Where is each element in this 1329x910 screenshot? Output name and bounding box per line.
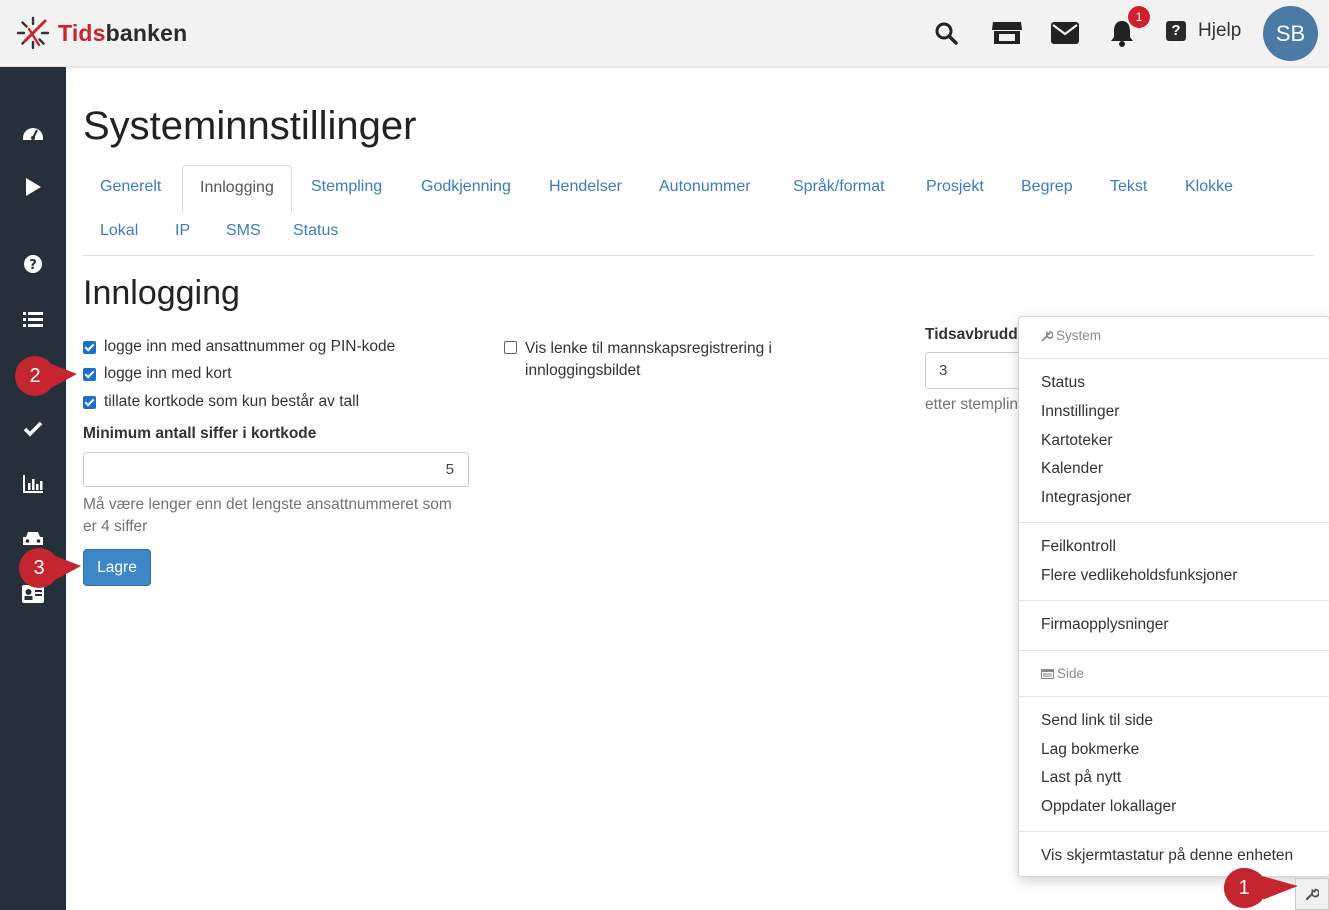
bar-chart-icon[interactable] xyxy=(22,473,44,495)
menu-item-last-pa-nytt[interactable]: Last på nytt xyxy=(1041,769,1121,787)
page-title: Systeminnstillinger xyxy=(83,104,417,148)
help-label: Hjelp xyxy=(1198,20,1242,41)
menu-divider xyxy=(1019,600,1329,601)
checkbox-row-card: logge inn med kort xyxy=(83,365,232,383)
section-title: Innlogging xyxy=(83,274,240,312)
callout-marker-2: 2 xyxy=(13,354,99,398)
avatar[interactable]: SB xyxy=(1263,6,1318,61)
tidsbanken-logo[interactable]: Tidsbanken xyxy=(15,15,187,51)
tab-hendelser[interactable]: Hendelser xyxy=(549,178,622,196)
min-digits-label: Minimum antall siffer i kortkode xyxy=(83,425,317,442)
tab-tekst[interactable]: Tekst xyxy=(1110,178,1147,196)
min-digits-help: Må være lenger enn det lengste ansattnum… xyxy=(83,496,452,535)
menu-item-firmaopplysninger[interactable]: Firmaopplysninger xyxy=(1041,616,1169,634)
store-icon[interactable] xyxy=(990,18,1024,48)
checkbox-label: tillate kortkode som kun består av tall xyxy=(104,393,360,410)
sidebar: ? xyxy=(0,67,66,910)
check-icon[interactable] xyxy=(22,418,44,440)
dashboard-icon[interactable] xyxy=(22,121,44,143)
menu-item-kalender[interactable]: Kalender xyxy=(1041,460,1103,478)
timeout-help: etter stempling xyxy=(925,396,1027,413)
tab-stempling[interactable]: Stempling xyxy=(311,178,382,196)
menu-divider xyxy=(1019,358,1329,359)
tab-innlogging[interactable]: Innlogging xyxy=(182,165,292,213)
mail-icon[interactable] xyxy=(1050,18,1080,48)
tab-generelt[interactable]: Generelt xyxy=(100,178,161,196)
tab-lokal[interactable]: Lokal xyxy=(100,222,138,240)
tab-ip[interactable]: IP xyxy=(175,222,190,240)
checkbox-row-numeric: tillate kortkode som kun består av tall xyxy=(83,393,359,411)
help-link[interactable]: ? Hjelp xyxy=(1166,20,1241,42)
menu-item-feilkontroll[interactable]: Feilkontroll xyxy=(1041,538,1116,556)
menu-item-kartoteker[interactable]: Kartoteker xyxy=(1041,432,1113,450)
tab-autonummer[interactable]: Autonummer xyxy=(659,178,751,196)
timeout-label: Tidsavbrudd xyxy=(925,326,1018,343)
menu-header-side: Side xyxy=(1041,666,1084,681)
checkbox-row-pin: logge inn med ansattnummer og PIN-kode xyxy=(83,338,395,356)
menu-divider xyxy=(1019,696,1329,697)
settings-dropdown-menu: System Status Innstillinger Kartoteker K… xyxy=(1018,316,1329,877)
question-box-icon: ? xyxy=(1166,21,1186,41)
checkbox-label: Vis lenke til mannskapsregistrering i inn… xyxy=(525,340,772,379)
menu-item-bokmerke[interactable]: Lag bokmerke xyxy=(1041,741,1139,759)
menu-item-skjermtastatur[interactable]: Vis skjermtastatur på denne enheten xyxy=(1041,847,1293,865)
svg-text:?: ? xyxy=(29,258,37,273)
tab-godkjenning[interactable]: Godkjenning xyxy=(421,178,511,196)
logo-text: Tidsbanken xyxy=(58,19,188,46)
checkbox-crew-registration[interactable] xyxy=(504,341,517,354)
logo-icon xyxy=(16,16,50,50)
menu-item-status[interactable]: Status xyxy=(1041,374,1085,392)
question-icon[interactable]: ? xyxy=(22,253,44,275)
tab-klokke[interactable]: Klokke xyxy=(1185,178,1233,196)
page-icon xyxy=(1041,668,1054,679)
menu-divider xyxy=(1019,650,1329,651)
callout-marker-1: 1 xyxy=(1222,866,1308,910)
menu-header-system: System xyxy=(1041,328,1101,343)
menu-item-oppdater-lokallager[interactable]: Oppdater lokallager xyxy=(1041,798,1176,816)
tab-begrep[interactable]: Begrep xyxy=(1021,178,1073,196)
menu-divider xyxy=(1019,831,1329,832)
tab-sprak-format[interactable]: Språk/format xyxy=(793,178,885,196)
checkbox-row-crew: Vis lenke til mannskapsregistrering i inn… xyxy=(504,338,772,382)
top-bar: Tidsbanken 1 ? Hjelp SB xyxy=(0,0,1329,67)
checkbox-label: logge inn med kort xyxy=(104,365,232,382)
menu-item-integrasjoner[interactable]: Integrasjoner xyxy=(1041,489,1131,507)
checkbox-pin-login[interactable] xyxy=(83,341,96,354)
wrench-icon xyxy=(1041,330,1053,342)
menu-item-send-link[interactable]: Send link til side xyxy=(1041,712,1153,730)
menu-item-vedlikehold[interactable]: Flere vedlikeholdsfunksjoner xyxy=(1041,567,1237,585)
menu-divider xyxy=(1019,522,1329,523)
play-icon[interactable] xyxy=(22,176,44,198)
settings-tabs: Generelt Innlogging Stempling Godkjennin… xyxy=(83,165,1313,256)
tab-sms[interactable]: SMS xyxy=(226,222,261,240)
tab-status[interactable]: Status xyxy=(293,222,338,240)
callout-marker-3: 3 xyxy=(17,546,103,590)
menu-item-innstillinger[interactable]: Innstillinger xyxy=(1041,403,1119,421)
notification-badge: 1 xyxy=(1127,5,1151,29)
search-icon[interactable] xyxy=(931,18,961,48)
tab-prosjekt[interactable]: Prosjekt xyxy=(926,178,984,196)
checkbox-label: logge inn med ansattnummer og PIN-kode xyxy=(104,338,396,355)
min-digits-input[interactable]: 5 xyxy=(83,452,469,487)
list-icon[interactable] xyxy=(22,308,44,330)
